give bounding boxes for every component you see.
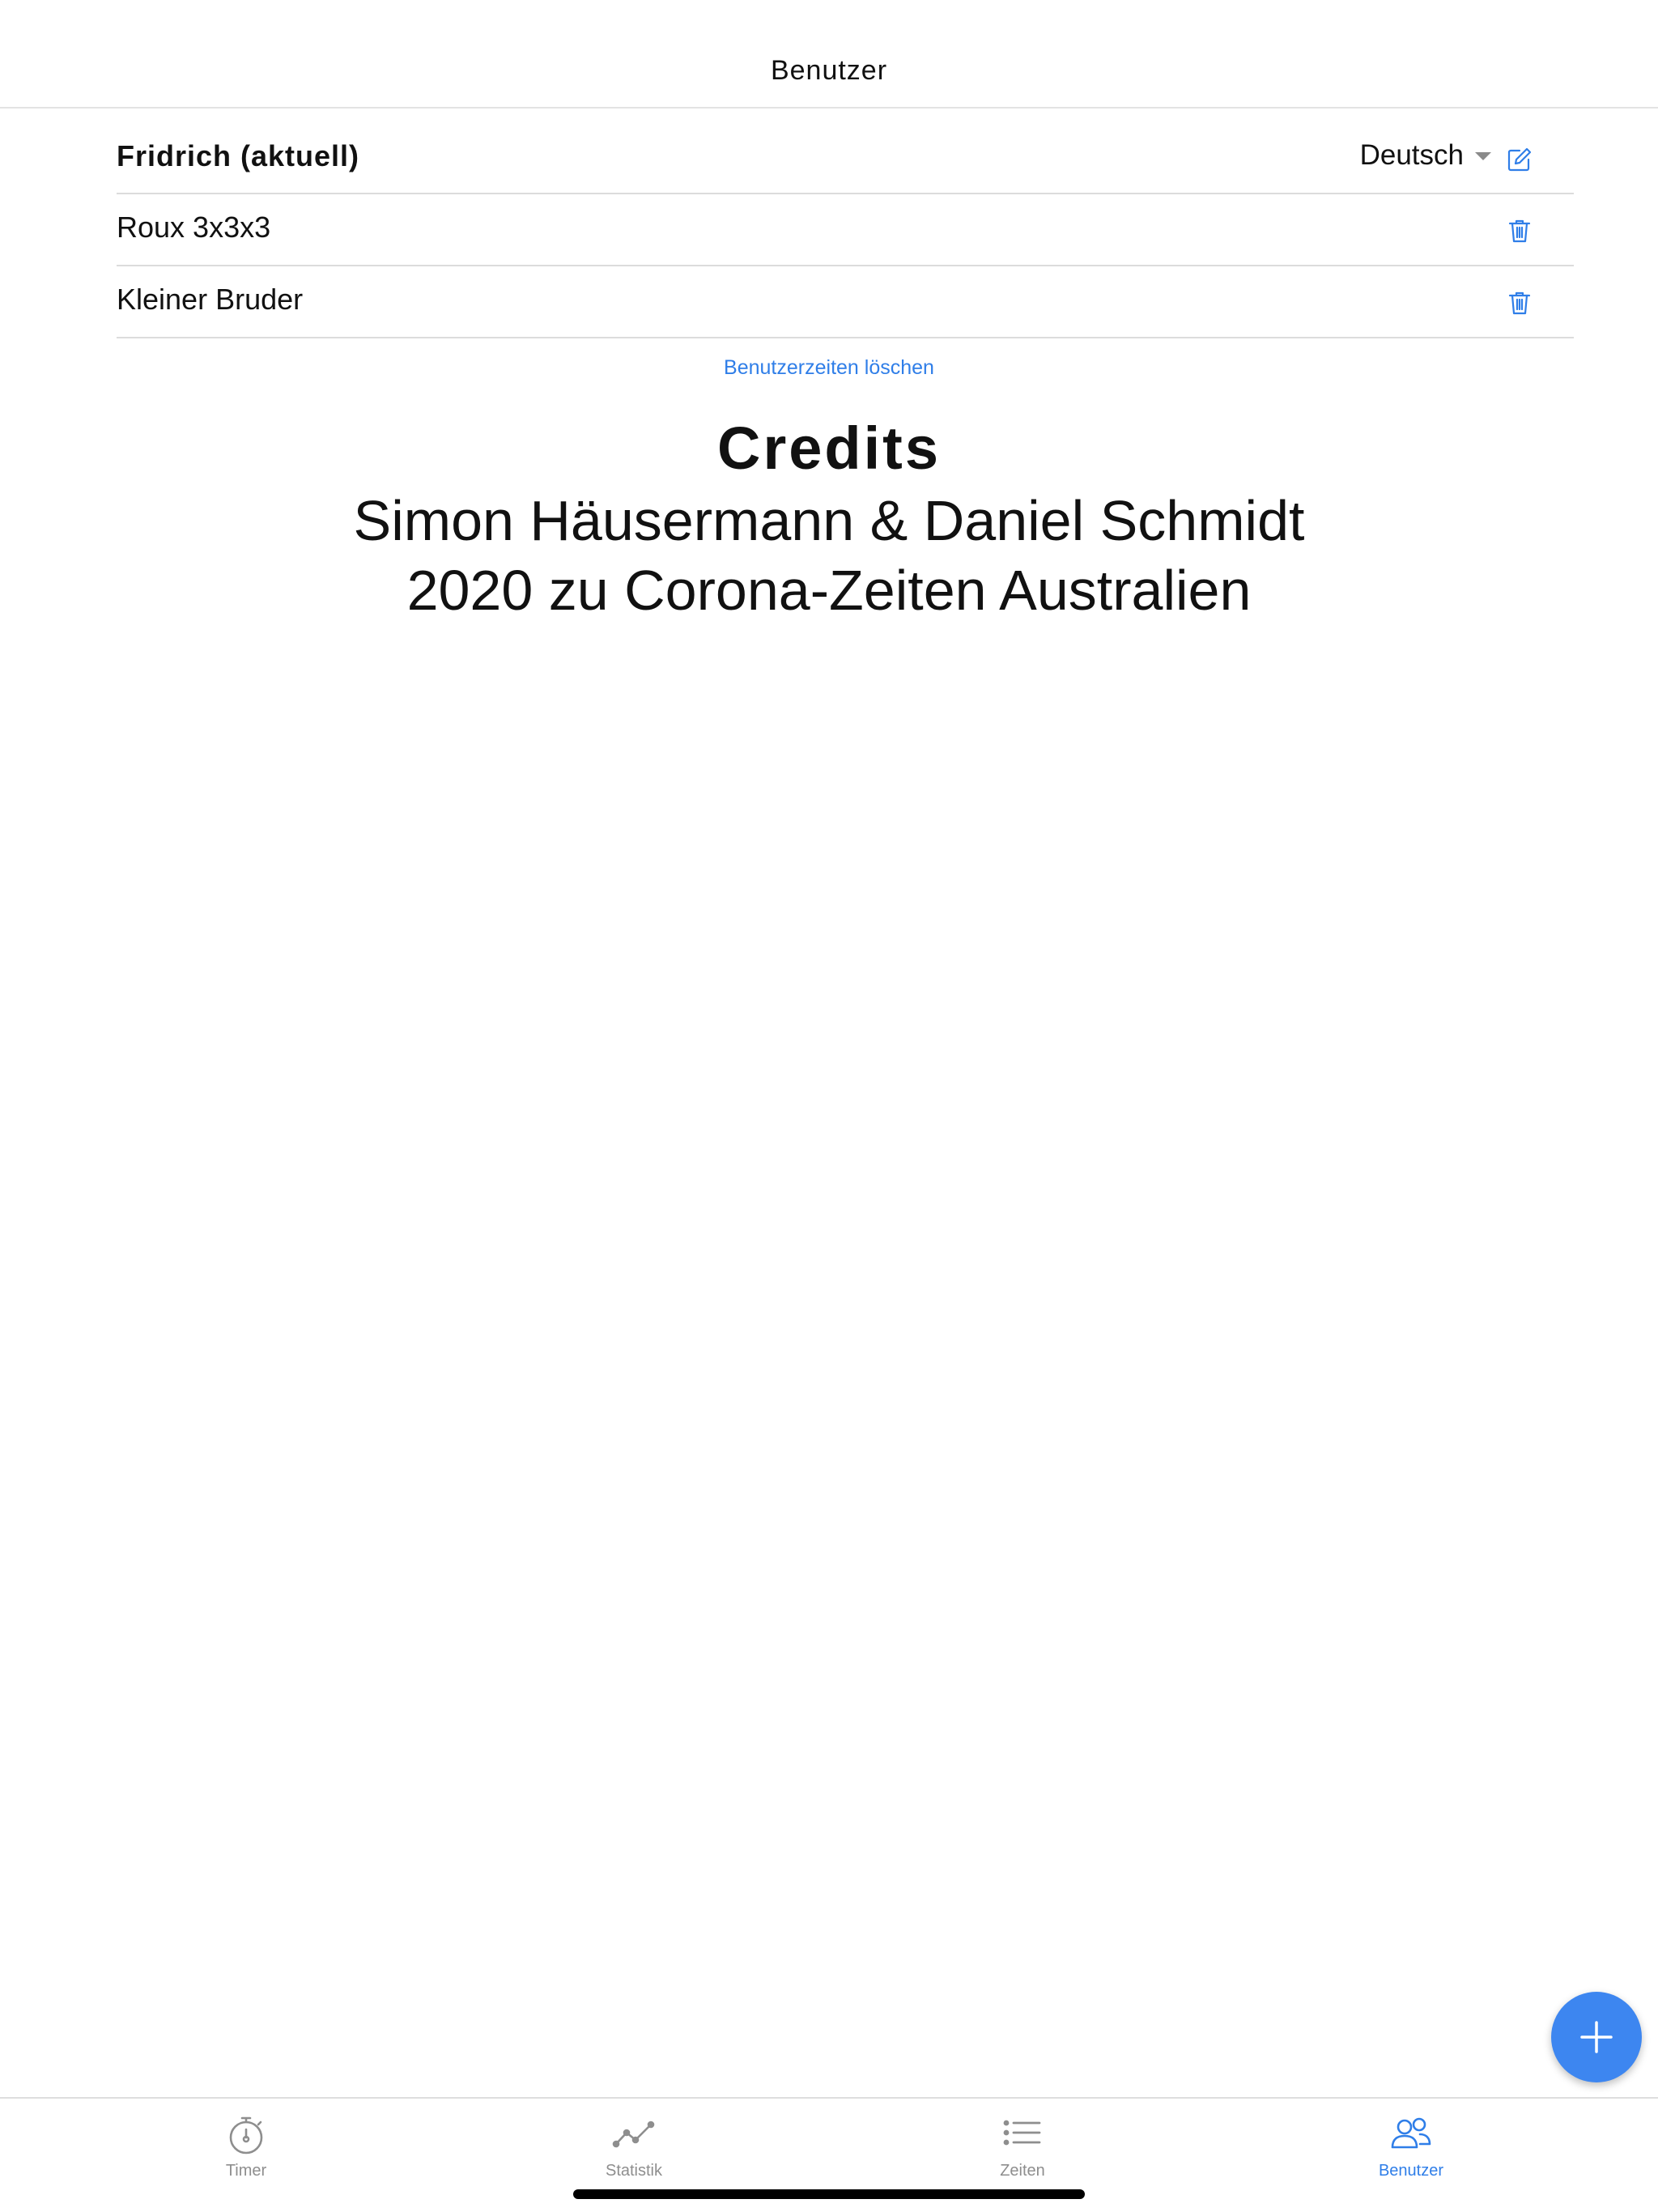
edit-icon[interactable] (1506, 146, 1533, 173)
language-select[interactable]: Deutsch (1360, 139, 1491, 172)
credits-section: Credits Simon Häusermann & Daniel Schmid… (0, 411, 1658, 625)
line-chart-icon (612, 2113, 656, 2157)
delete-user-times-link[interactable]: Benutzerzeiten löschen (0, 356, 1658, 380)
user-row[interactable]: Kleiner Bruder (117, 268, 1574, 338)
stopwatch-icon (224, 2113, 268, 2157)
user-name: Kleiner Bruder (117, 283, 304, 316)
tab-statistik[interactable]: Statistik (512, 2099, 755, 2188)
tab-benutzer[interactable]: Benutzer (1290, 2099, 1533, 2188)
tab-zeiten[interactable]: Zeiten (901, 2099, 1144, 2188)
credits-authors: Simon Häusermann & Daniel Schmidt (353, 489, 1305, 552)
tab-label: Timer (225, 2162, 267, 2180)
caret-down-icon (1475, 152, 1491, 160)
user-row[interactable]: Roux 3x3x3 (117, 196, 1574, 266)
user-name: Roux 3x3x3 (117, 211, 271, 244)
users-icon (1389, 2113, 1433, 2157)
user-row-current[interactable]: Fridrich (aktuell) Deutsch (117, 125, 1574, 194)
user-name: Fridrich (aktuell) (117, 139, 360, 172)
tab-label: Zeiten (1000, 2162, 1045, 2180)
nav-bar: Benutzer (0, 0, 1658, 108)
language-value: Deutsch (1359, 139, 1464, 171)
page-title: Benutzer (770, 55, 888, 86)
trash-icon[interactable] (1506, 289, 1533, 317)
plus-icon (1580, 2021, 1613, 2053)
list-icon (1001, 2113, 1044, 2157)
tab-label: Benutzer (1378, 2162, 1444, 2180)
users-screen: Benutzer Fridrich (aktuell) Deutsch Roux… (0, 0, 1658, 2212)
add-user-button[interactable] (1551, 1992, 1642, 2082)
tab-label: Statistik (605, 2162, 663, 2180)
trash-icon[interactable] (1506, 217, 1533, 245)
home-indicator (573, 2189, 1085, 2199)
credits-title: Credits (717, 415, 941, 482)
tab-timer[interactable]: Timer (125, 2099, 368, 2188)
user-list: Fridrich (aktuell) Deutsch Roux 3x3x3 Kl… (117, 125, 1574, 338)
credits-note: 2020 zu Corona-Zeiten Australien (406, 559, 1252, 622)
